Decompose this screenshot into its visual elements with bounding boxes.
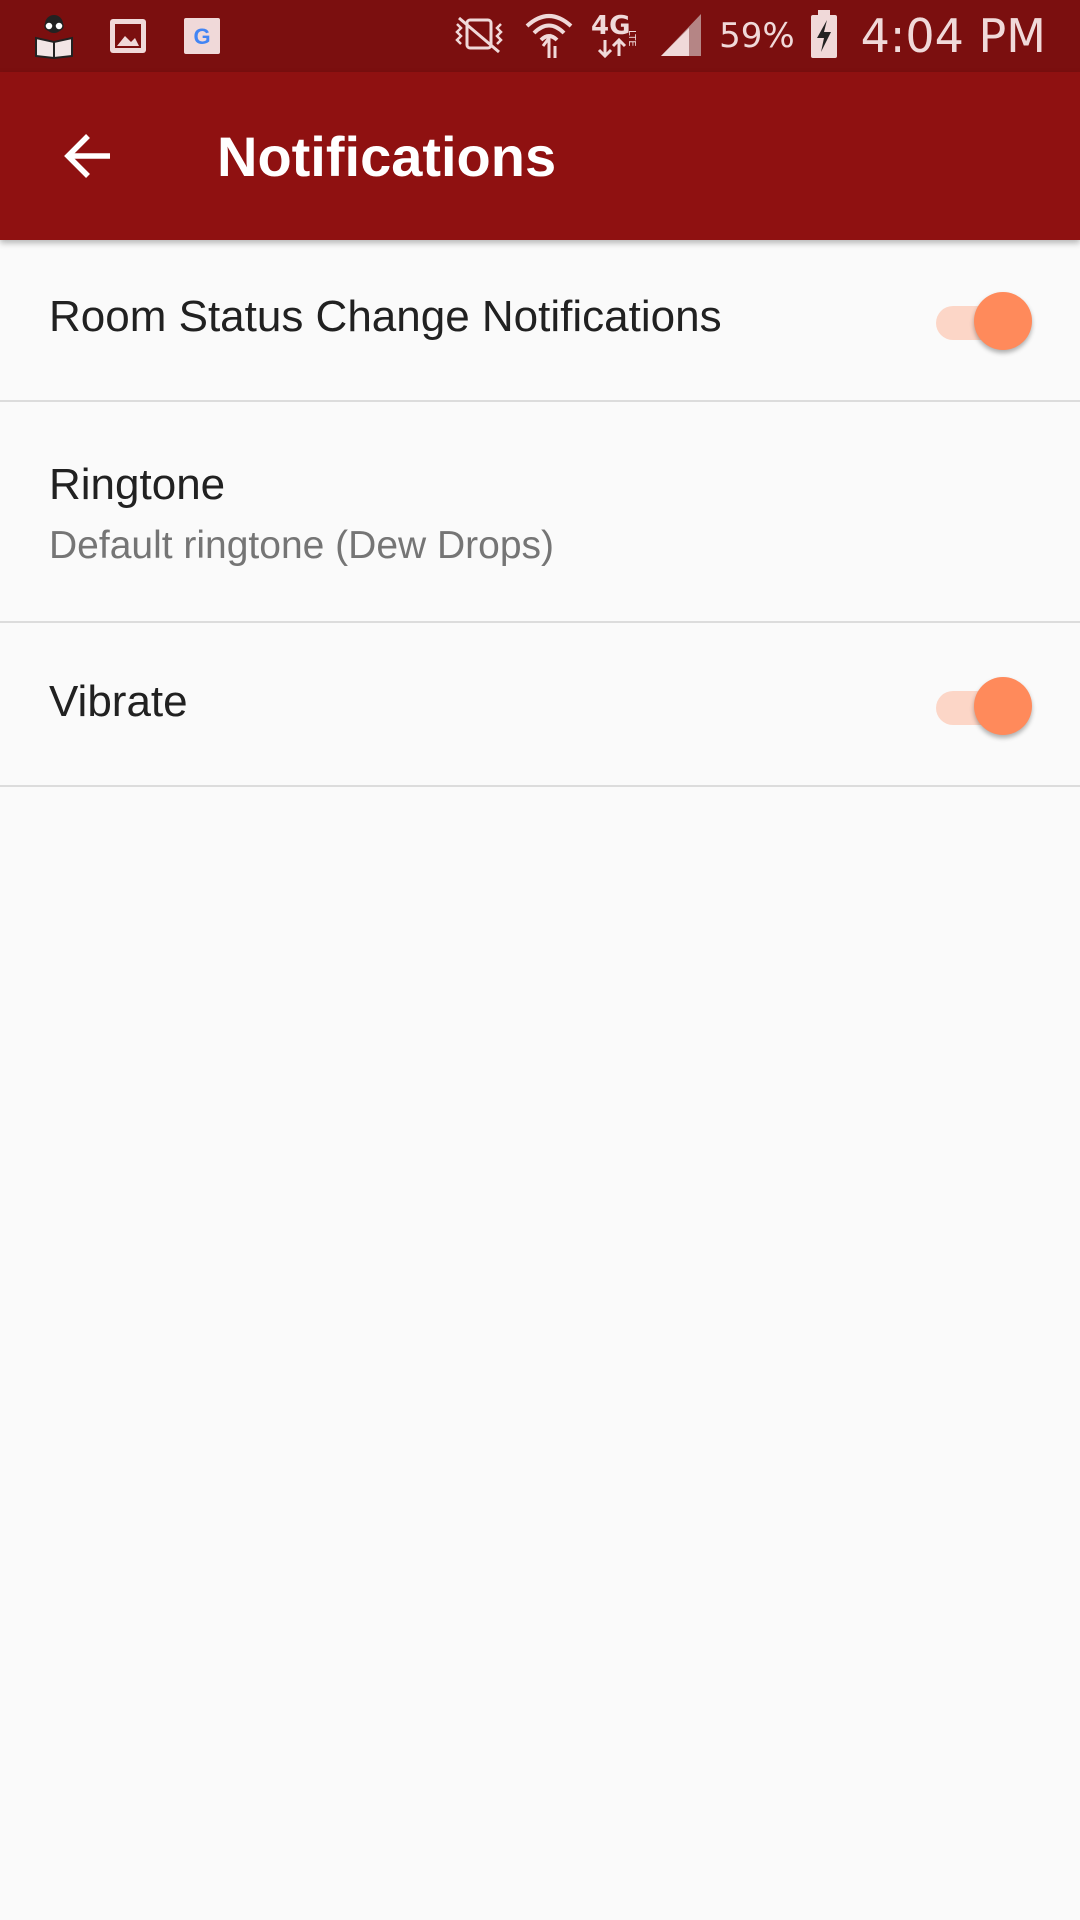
reader-app-icon bbox=[30, 12, 78, 60]
setting-title: Ringtone bbox=[49, 460, 226, 509]
svg-text:G: G bbox=[193, 24, 210, 49]
setting-title: Room Status Change Notifications bbox=[49, 292, 722, 341]
battery-percent: 59% bbox=[719, 16, 795, 56]
back-button[interactable] bbox=[48, 116, 128, 196]
notification-icons: G bbox=[30, 12, 226, 60]
setting-vibrate[interactable]: Vibrate bbox=[0, 623, 1080, 787]
gallery-icon bbox=[104, 12, 152, 60]
setting-title: Vibrate bbox=[49, 677, 188, 726]
setting-summary: Default ringtone (Dew Drops) bbox=[49, 524, 555, 567]
google-icon: G bbox=[178, 12, 226, 60]
setting-room-status-notifications[interactable]: Room Status Change Notifications bbox=[0, 240, 1080, 402]
app-bar: Notifications bbox=[0, 72, 1080, 240]
svg-text:LTE: LTE bbox=[626, 30, 637, 47]
battery-charging-icon bbox=[809, 8, 839, 64]
setting-ringtone[interactable]: Ringtone Default ringtone (Dew Drops) bbox=[0, 402, 1080, 623]
clock: 4:04 PM bbox=[860, 9, 1046, 63]
vibrate-toggle[interactable] bbox=[930, 673, 1032, 737]
system-icons: 4G LTE 59% 4:04 PM bbox=[449, 0, 1046, 72]
room-status-toggle[interactable] bbox=[930, 288, 1032, 352]
vibrate-mute-icon bbox=[449, 12, 509, 60]
wifi-icon bbox=[523, 8, 575, 64]
status-bar: G 4G LTE 59% 4:04 PM bbox=[0, 0, 1080, 72]
switch-thumb bbox=[974, 292, 1032, 350]
signal-icon bbox=[659, 10, 705, 62]
switch-thumb bbox=[974, 677, 1032, 735]
svg-text:4G: 4G bbox=[591, 11, 630, 41]
page-title: Notifications bbox=[217, 124, 557, 188]
arrow-back-icon bbox=[64, 134, 110, 178]
settings-list: Room Status Change Notifications Rington… bbox=[0, 240, 1080, 787]
4g-lte-icon: 4G LTE bbox=[589, 8, 645, 64]
